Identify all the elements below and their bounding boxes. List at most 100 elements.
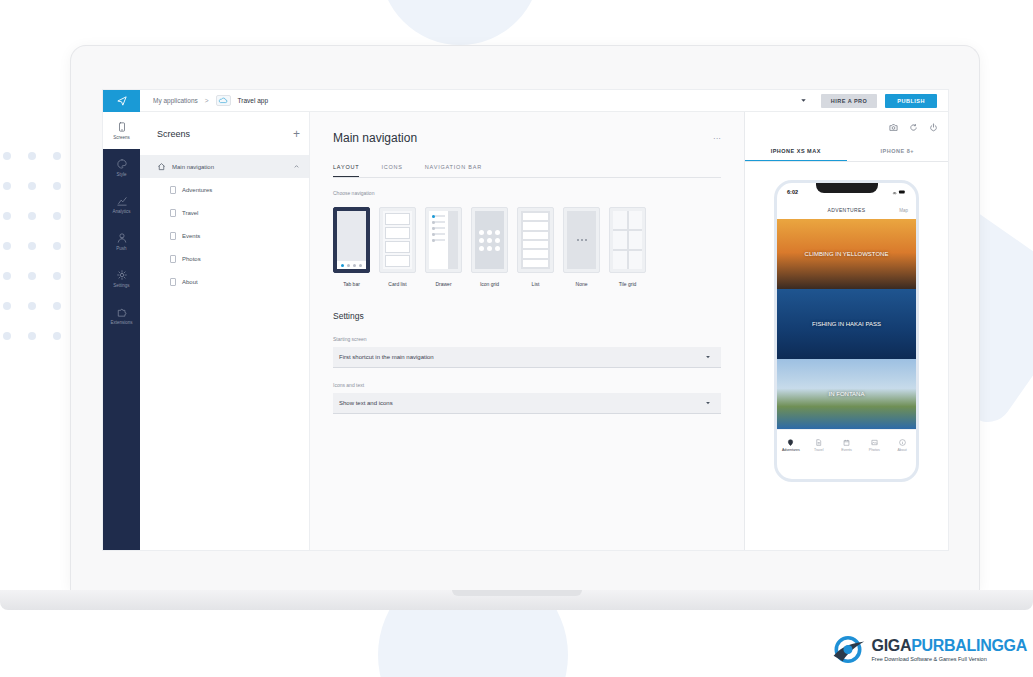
dot — [28, 272, 36, 280]
mini-tile — [629, 251, 643, 269]
mini-tab — [359, 264, 362, 267]
screen-item[interactable]: Photos — [140, 247, 309, 270]
dot — [28, 302, 36, 310]
mini-tile — [629, 231, 643, 249]
card-title: CLIMBING IN YELLOWSTONE — [805, 251, 889, 257]
mini-menu-line — [432, 221, 445, 223]
laptop-base — [0, 590, 1033, 610]
mini-menu-line — [432, 233, 445, 235]
breadcrumb-current[interactable]: Travel app — [238, 97, 268, 104]
mini-dot — [581, 239, 583, 241]
more-button[interactable]: ··· — [713, 134, 721, 143]
caret-down-icon[interactable] — [800, 97, 807, 104]
camera-icon[interactable] — [889, 123, 898, 132]
screen-label: Photos — [182, 256, 201, 262]
breadcrumb: My applications>Travel app — [153, 95, 268, 106]
top-button[interactable]: PUBLISH — [885, 94, 937, 108]
mini-tile — [613, 211, 627, 229]
dot — [53, 212, 61, 220]
sidebar-item[interactable]: Push — [103, 223, 140, 260]
status-time: 6:02 — [787, 189, 798, 195]
add-button[interactable]: + — [293, 127, 300, 141]
sidebar-item[interactable]: Screens — [103, 112, 140, 149]
select[interactable]: Show text and icons — [333, 393, 721, 414]
layout-option[interactable]: Drawer — [425, 207, 462, 287]
field-label: Icons and text — [333, 382, 721, 388]
phone-tab-label: Adventures — [782, 448, 800, 452]
thumbnail-screen — [429, 211, 458, 269]
mini-row — [523, 250, 548, 257]
device-tab[interactable]: IPHONE XS MAX — [745, 142, 847, 161]
layout-option[interactable]: Card list — [379, 207, 416, 287]
select[interactable]: First shortcut in the main navigation — [333, 347, 721, 368]
dot — [28, 332, 36, 340]
screen-label: Travel — [182, 210, 198, 216]
brand-part: PURBALINGGA — [911, 637, 1027, 654]
layout-thumbnail — [333, 207, 370, 273]
phone-tab[interactable]: Events — [833, 439, 861, 452]
screen-item[interactable]: Main navigation — [140, 155, 309, 178]
layout-option[interactable]: Icon grid — [471, 207, 508, 287]
sidebar-label: Push — [116, 246, 126, 251]
layout-thumbnail — [609, 207, 646, 273]
adventure-card[interactable]: IN FONTANA — [777, 359, 916, 429]
mini-tile — [613, 231, 627, 249]
document-icon — [815, 439, 822, 446]
screen-item[interactable]: Events — [140, 224, 309, 247]
layout-option[interactable]: None — [563, 207, 600, 287]
device-tab[interactable]: IPHONE 8+ — [847, 142, 949, 161]
pin-icon — [787, 439, 794, 446]
phone-tab[interactable]: About — [888, 439, 916, 452]
tab[interactable]: LAYOUT — [333, 164, 359, 177]
map-link[interactable]: Map — [899, 208, 908, 213]
layout-option[interactable]: Tile grid — [609, 207, 646, 287]
puzzle-icon — [117, 307, 127, 317]
sidebar-label: Extensions — [110, 320, 132, 325]
dot — [3, 242, 11, 250]
thumbnail-screen — [337, 211, 366, 269]
card-title: FISHING IN HAKAI PASS — [812, 321, 881, 327]
layout-option[interactable]: List — [517, 207, 554, 287]
mini-card — [385, 213, 410, 225]
app-logo[interactable] — [103, 90, 140, 112]
mini-menu-line — [432, 215, 445, 217]
phone-tab[interactable]: Travel — [805, 439, 833, 452]
breadcrumb-link[interactable]: My applications — [153, 97, 198, 104]
dot — [53, 242, 61, 250]
dot — [3, 332, 11, 340]
adventure-card[interactable]: CLIMBING IN YELLOWSTONE — [777, 219, 916, 289]
laptop: My applications>Travel app HIRE A PRO PUBL… — [0, 45, 1033, 610]
sidebar-item[interactable]: Settings — [103, 260, 140, 297]
sidebar-label: Style — [116, 172, 126, 177]
mini-card — [385, 241, 410, 253]
brand-text: GIGAPURBALINGGAFree Download Software & … — [871, 637, 1027, 662]
phone-tab-label: Events — [841, 448, 852, 452]
decor-shape — [380, 0, 540, 45]
laptop-notch — [452, 590, 582, 596]
layout-label: Drawer — [435, 281, 451, 287]
refresh-icon[interactable] — [909, 123, 918, 132]
dot — [53, 152, 61, 160]
watermark: GIGAPURBALINGGAFree Download Software & … — [830, 634, 1027, 665]
screen-item[interactable]: Travel — [140, 201, 309, 224]
tab[interactable]: ICONS — [381, 164, 402, 177]
tab[interactable]: NAVIGATION BAR — [425, 164, 482, 177]
screen-item[interactable]: About — [140, 270, 309, 293]
sidebar-item[interactable]: Style — [103, 149, 140, 186]
screen-item[interactable]: Adventures — [140, 178, 309, 201]
workspace: Screens Style Analytics Push Settings Extensi… — [103, 112, 948, 550]
phone-notch — [816, 183, 878, 193]
sidebar-item[interactable]: Extensions — [103, 297, 140, 334]
mini-icon — [495, 246, 500, 251]
phone-tab[interactable]: Photos — [860, 439, 888, 452]
thumbnail-screen — [383, 211, 412, 269]
adventure-card[interactable]: FISHING IN HAKAI PASS — [777, 289, 916, 359]
sidebar-item[interactable]: Analytics — [103, 186, 140, 223]
chevron-icon[interactable] — [293, 163, 300, 170]
top-button[interactable]: HIRE A PRO — [821, 94, 878, 108]
phone-tab[interactable]: Adventures — [777, 439, 805, 452]
layout-options: Tab barCard list Drawer Icon gridListNoneT… — [333, 207, 721, 287]
palette-icon — [117, 159, 127, 169]
power-icon[interactable] — [929, 123, 938, 132]
layout-option[interactable]: Tab bar — [333, 207, 370, 287]
